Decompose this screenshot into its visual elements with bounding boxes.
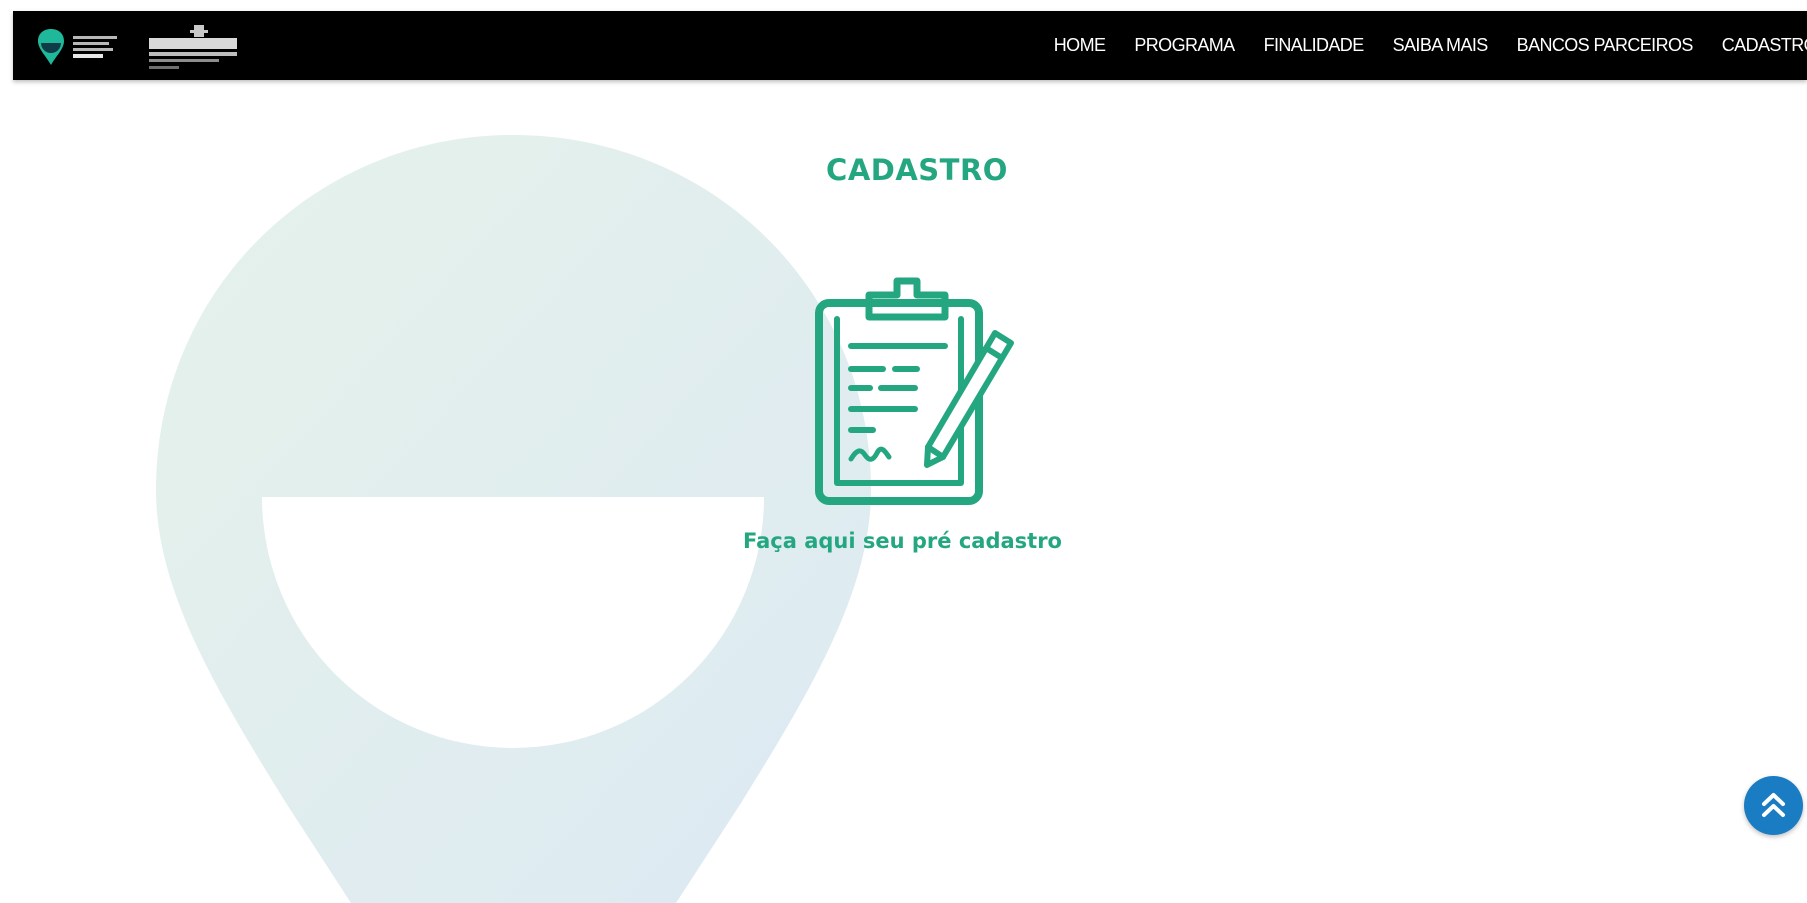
double-chevron-up-icon [1762,793,1785,817]
clipboard-signature-icon[interactable] [815,273,1020,505]
map-pin-logo-icon[interactable] [35,25,130,69]
nav-item-cadastro[interactable]: CADASTRO [1722,35,1807,56]
nav-item-saiba-mais[interactable]: SAIBA MAIS [1393,35,1489,56]
nav-item-programa[interactable]: PROGRAMA [1134,35,1235,56]
sao-paulo-logo-icon[interactable] [146,22,251,78]
back-to-top-button[interactable] [1744,776,1803,835]
nav-item-home[interactable]: HOME [1054,35,1106,56]
nav-item-bancos-parceiros[interactable]: BANCOS PARCEIROS [1517,35,1694,56]
section-title: CADASTRO [826,153,1008,187]
nav-item-finalidade[interactable]: FINALIDADE [1264,35,1365,56]
pre-cadastro-link[interactable]: Faça aqui seu pré cadastro [700,529,1105,553]
main-nav: HOME PROGRAMA FINALIDADE SAIBA MAIS BANC… [1025,11,1807,80]
top-navbar: HOME PROGRAMA FINALIDADE SAIBA MAIS BANC… [13,11,1807,80]
map-pin-watermark [156,135,871,903]
